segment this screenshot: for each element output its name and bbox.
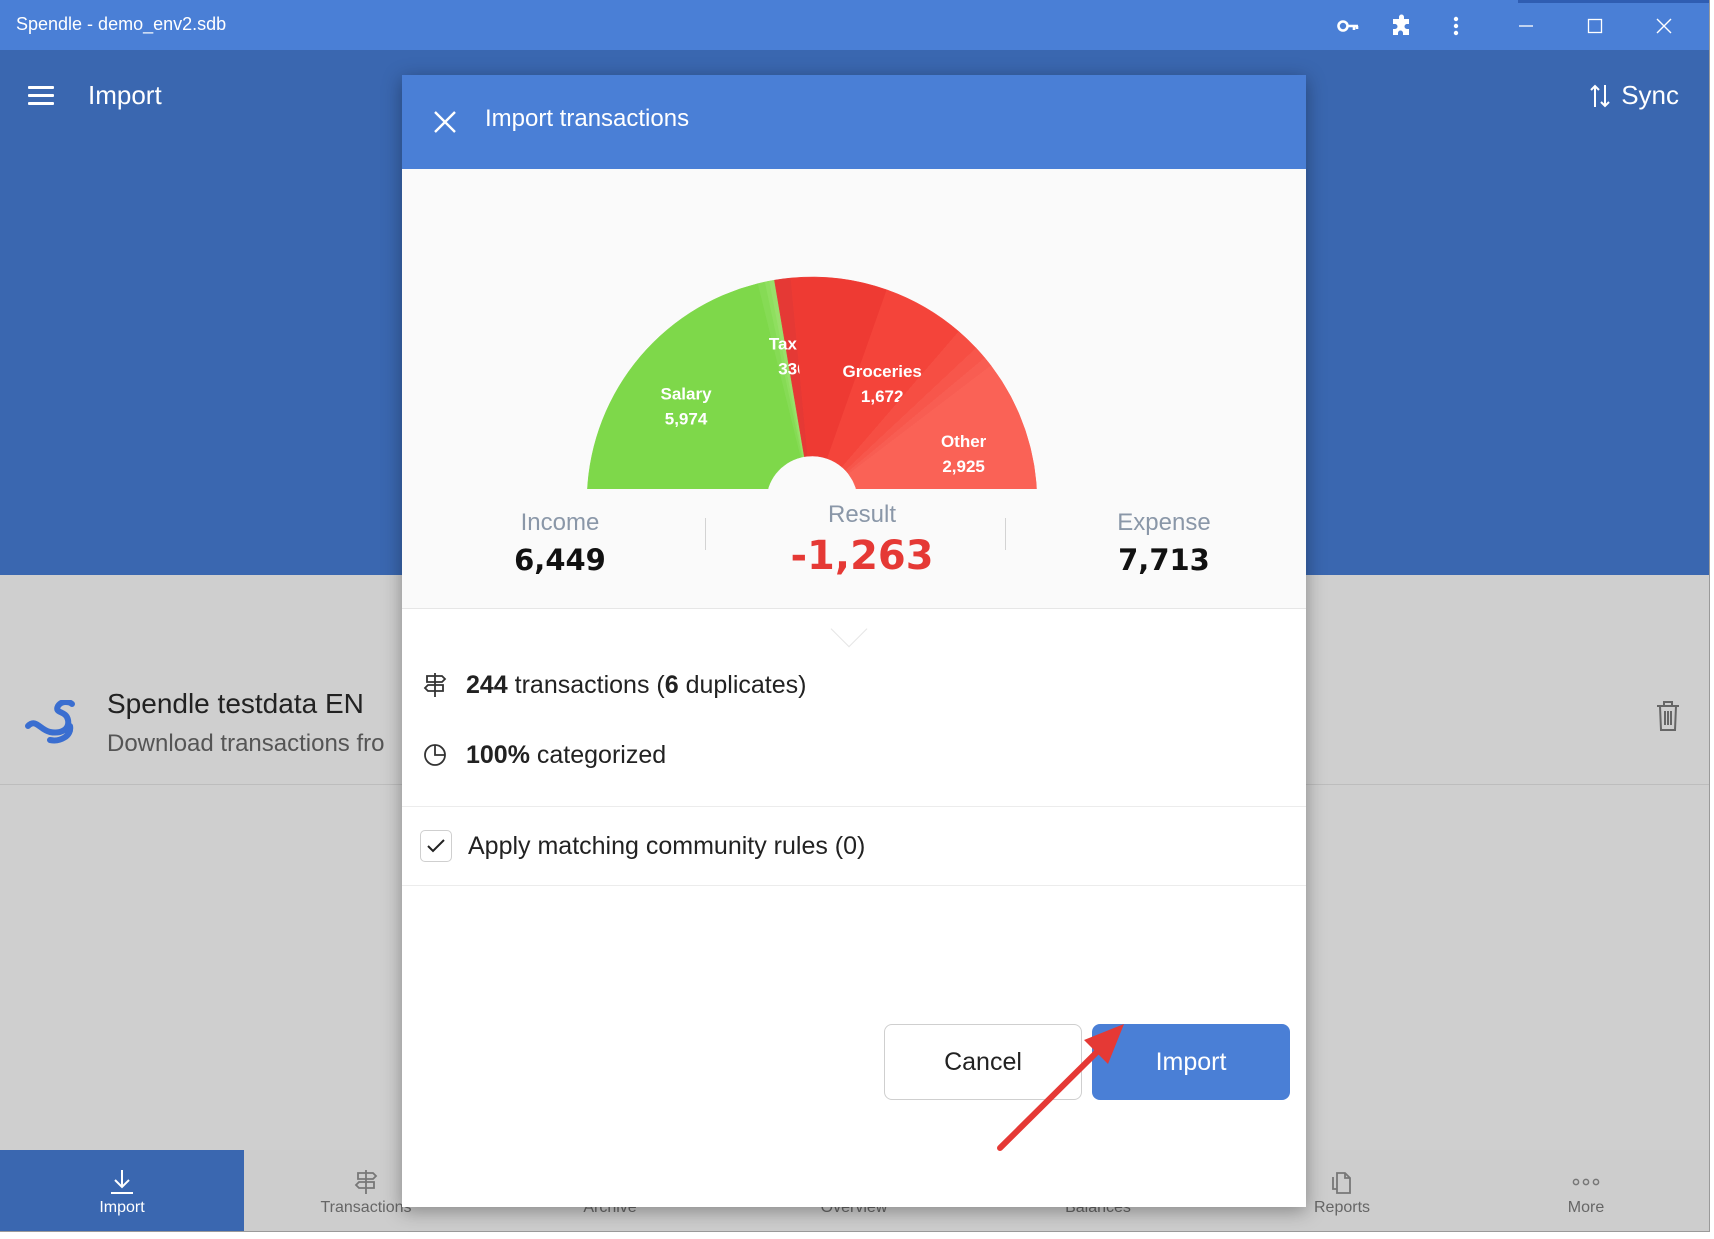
stat-divider <box>705 518 706 550</box>
minimize-icon[interactable] <box>1508 8 1544 44</box>
summary-pointer <box>830 610 868 648</box>
expense-value: 7,713 <box>1118 543 1210 577</box>
community-rules-checkbox[interactable] <box>420 830 452 862</box>
page-title: Import <box>88 80 162 110</box>
import-dialog: Import transactions Salary 5,974 Taxes 330 G… <box>402 75 1306 1207</box>
source-subtitle: Download transactions fro <box>107 730 385 757</box>
more-icon <box>1572 1165 1600 1199</box>
half-donut-chart: Salary5,974Taxes330 Groceries1,672Other2,… <box>587 276 1037 489</box>
result-value: -1,263 <box>790 533 934 579</box>
duplicates-text: duplicates) <box>678 670 807 699</box>
transactions-info: 244 transactions (6 duplicates) <box>420 670 807 700</box>
duplicates-count: 6 <box>664 670 679 699</box>
annotation-arrow <box>997 1024 1124 1151</box>
chart-value-salary: 5,974 <box>665 409 708 428</box>
community-rules-label: Apply matching community rules (0) <box>468 831 866 860</box>
maximize-icon[interactable] <box>1577 8 1613 44</box>
key-icon[interactable] <box>1330 8 1366 44</box>
categorized-text: categorized <box>529 740 667 769</box>
nav-more-label: More <box>1567 1199 1605 1216</box>
close-icon[interactable] <box>430 107 460 137</box>
chart-label-other: Other <box>941 432 987 451</box>
window-title: Spendle - demo_env2.sdb <box>16 14 227 34</box>
more-vert-icon[interactable] <box>1438 8 1474 44</box>
income-stat: Income 6,449 <box>450 509 670 577</box>
expense-stat: Expense 7,713 <box>1054 509 1274 577</box>
dialog-title: Import transactions <box>485 105 690 132</box>
download-icon <box>109 1165 135 1199</box>
expense-label: Expense <box>1117 509 1211 536</box>
chart-label-salary: Salary <box>661 384 713 403</box>
dialog-header: Import transactions <box>402 75 1306 169</box>
result-label: Result <box>827 501 897 528</box>
reports-icon <box>1329 1165 1355 1199</box>
nav-more[interactable]: More <box>1464 1150 1708 1231</box>
summary-panel: Salary 5,974 Taxes 330 Groceries 1,672 Other 2,… <box>402 169 1306 609</box>
source-title: Spendle testdata EN <box>107 688 364 719</box>
hamburger-menu-icon[interactable] <box>28 86 54 106</box>
close-window-icon[interactable] <box>1646 8 1682 44</box>
income-value: 6,449 <box>514 543 606 577</box>
title-bar: Spendle - demo_env2.sdb <box>0 0 1709 50</box>
trash-icon[interactable] <box>1655 700 1681 736</box>
result-stat: Result -1,263 <box>752 501 972 579</box>
nav-reports-label: Reports <box>1313 1199 1371 1216</box>
divider <box>402 885 1306 886</box>
pie-chart-icon <box>420 740 450 770</box>
checkmark-icon <box>427 839 445 853</box>
chart-label-groceries: Groceries <box>843 362 922 381</box>
transactions-count: 244 <box>466 670 508 699</box>
nav-transactions-label: Transactions <box>320 1199 412 1216</box>
spendle-logo-icon <box>24 699 76 748</box>
chart-value-other: 2,925 <box>942 457 985 476</box>
nav-import-label: Import <box>99 1199 145 1216</box>
sync-button[interactable]: Sync <box>1589 80 1679 111</box>
transactions-text: transactions ( <box>507 670 665 699</box>
signpost-icon <box>354 1165 378 1199</box>
categorized-info: 100% categorized <box>420 740 666 770</box>
title-accent-line <box>1518 0 1709 3</box>
community-rules-row[interactable]: Apply matching community rules (0) <box>420 830 865 862</box>
categorized-percent: 100% <box>466 740 530 769</box>
puzzle-icon[interactable] <box>1384 8 1420 44</box>
income-label: Income <box>520 509 600 536</box>
stat-divider <box>1005 518 1006 550</box>
nav-import[interactable]: Import <box>0 1150 244 1231</box>
divider <box>402 806 1306 807</box>
sync-label: Sync <box>1621 80 1679 110</box>
signpost-icon <box>420 670 450 700</box>
sync-arrows-icon <box>1590 84 1610 107</box>
